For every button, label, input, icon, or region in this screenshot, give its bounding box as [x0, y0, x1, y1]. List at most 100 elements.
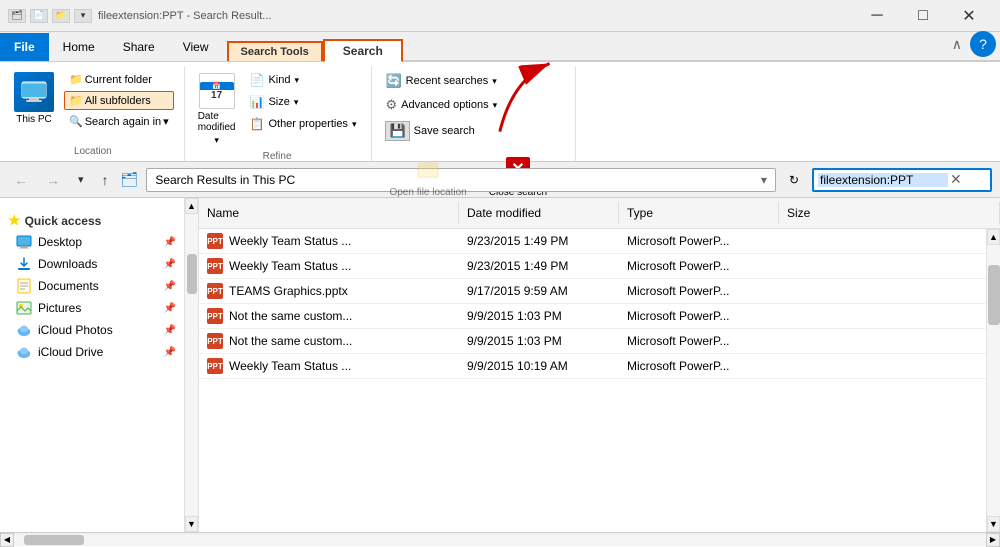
- quick-access-section[interactable]: ★ Quick access: [0, 206, 184, 231]
- this-pc-button[interactable]: This PC: [12, 70, 56, 127]
- table-row[interactable]: PPT TEAMS Graphics.pptx 9/17/2015 9:59 A…: [199, 279, 986, 304]
- size-icon: 📊: [250, 95, 265, 109]
- ppt-icon: PPT: [207, 308, 223, 324]
- quick-access-label: Quick access: [25, 214, 102, 228]
- forward-button[interactable]: →: [40, 168, 66, 192]
- refine-group-label: Refine: [193, 151, 362, 162]
- file-list-scrollbar: ▲ ▼: [986, 229, 1000, 532]
- save-search-icon: 💾: [385, 121, 409, 141]
- quick-access-star-icon: ★: [8, 212, 21, 229]
- sidebar-item-downloads[interactable]: Downloads 📌: [0, 253, 184, 275]
- size-arrow: ▾: [294, 97, 299, 108]
- date-modified-label: Datemodified: [198, 111, 236, 133]
- title-bar-left: 🗂 📄 📁 ▾ fileextension:PPT - Search Resul…: [8, 9, 271, 23]
- sidebar-item-desktop[interactable]: Desktop 📌: [0, 231, 184, 253]
- file-cell-date: 9/23/2015 1:49 PM: [459, 257, 619, 275]
- search-input[interactable]: [818, 173, 948, 187]
- refine-content: 📅 17 Datemodified ▾ 📄 Kind ▾ 📊 Size ▾: [193, 70, 362, 149]
- path-folder-icon: 🗂: [121, 171, 139, 188]
- ppt-icon: PPT: [207, 258, 223, 274]
- file-list: Name Date modified Type Size PPT Weekly …: [199, 198, 1000, 532]
- col-header-date[interactable]: Date modified: [459, 202, 619, 224]
- help-button[interactable]: ?: [970, 31, 996, 57]
- advanced-options-icon: ⚙: [385, 97, 397, 113]
- recent-locations-button[interactable]: ▾: [72, 169, 90, 190]
- col-header-size[interactable]: Size: [779, 202, 1000, 224]
- location-group-label: Location: [12, 146, 174, 157]
- col-header-type[interactable]: Type: [619, 202, 779, 224]
- documents-label: Documents: [38, 279, 99, 293]
- file-list-scroll-thumb[interactable]: [988, 265, 1000, 325]
- quick-access-toolbar-icon1[interactable]: 🗂: [8, 9, 26, 23]
- downloads-label: Downloads: [38, 257, 97, 271]
- sidebar-item-documents[interactable]: Documents 📌: [0, 275, 184, 297]
- current-folder-icon: 📁: [69, 73, 83, 86]
- file-cell-size: [779, 289, 986, 293]
- tab-view[interactable]: View: [169, 33, 223, 61]
- current-folder-btn[interactable]: 📁 Current folder: [64, 70, 174, 89]
- minimize-button[interactable]: ─: [854, 0, 900, 32]
- search-box-bar[interactable]: ✕: [812, 168, 992, 192]
- table-row[interactable]: PPT Weekly Team Status ... 9/23/2015 1:4…: [199, 229, 986, 254]
- file-cell-type: Microsoft PowerP...: [619, 257, 779, 275]
- quick-access-toolbar-icon2[interactable]: 📄: [30, 9, 48, 23]
- tab-search[interactable]: Search: [323, 39, 403, 62]
- file-list-scroll-up[interactable]: ▲: [987, 229, 1000, 245]
- documents-pin-icon: 📌: [164, 281, 176, 292]
- file-list-scroll-down[interactable]: ▼: [987, 516, 1000, 532]
- icloud-photos-pin-icon: 📌: [164, 325, 176, 336]
- quick-access-dropdown[interactable]: ▾: [74, 9, 92, 23]
- quick-access-toolbar-icon3[interactable]: 📁: [52, 9, 70, 23]
- ppt-icon: PPT: [207, 283, 223, 299]
- ppt-icon: PPT: [207, 233, 223, 249]
- sidebar-scroll-thumb[interactable]: [187, 254, 197, 294]
- maximize-button[interactable]: □: [900, 0, 946, 32]
- sidebar-item-icloud-photos[interactable]: iCloud Photos 📌: [0, 319, 184, 341]
- hscroll-thumb[interactable]: [24, 535, 84, 545]
- sidebar-scroll-up[interactable]: ▲: [185, 198, 198, 214]
- size-btn[interactable]: 📊 Size ▾: [245, 92, 362, 112]
- col-header-name[interactable]: Name: [199, 202, 459, 224]
- date-modified-btn[interactable]: 📅 17 Datemodified ▾: [193, 70, 241, 149]
- table-row[interactable]: PPT Not the same custom... 9/9/2015 1:03…: [199, 304, 986, 329]
- tab-home[interactable]: Home: [49, 33, 109, 61]
- hscroll-left[interactable]: ◀: [0, 533, 14, 547]
- close-button[interactable]: ✕: [946, 0, 992, 32]
- tab-search-tools[interactable]: Search Tools: [227, 41, 323, 61]
- tab-share[interactable]: Share: [109, 33, 169, 61]
- table-row[interactable]: PPT Not the same custom... 9/9/2015 1:03…: [199, 329, 986, 354]
- file-cell-name: PPT Weekly Team Status ...: [199, 356, 459, 376]
- other-props-icon: 📋: [250, 117, 265, 131]
- up-button[interactable]: ↑: [96, 168, 115, 192]
- search-again-label: Search again in: [85, 116, 161, 128]
- search-again-in-btn[interactable]: 🔍 Search again in ▾: [64, 112, 174, 131]
- open-file-location-btn[interactable]: Open file location: [380, 150, 475, 201]
- refine-items: 📄 Kind ▾ 📊 Size ▾ 📋 Other properties ▾: [245, 70, 362, 134]
- ribbon-collapse-btn[interactable]: ∧: [952, 36, 962, 53]
- refresh-button[interactable]: ↻: [782, 170, 806, 190]
- tab-file[interactable]: File: [0, 33, 49, 61]
- hscroll-right[interactable]: ▶: [986, 533, 1000, 547]
- other-properties-btn[interactable]: 📋 Other properties ▾: [245, 114, 362, 134]
- table-row[interactable]: PPT Weekly Team Status ... 9/9/2015 10:1…: [199, 354, 986, 379]
- search-again-arrow: ▾: [163, 115, 169, 128]
- current-folder-label: Current folder: [85, 74, 152, 86]
- sidebar-item-pictures[interactable]: Pictures 📌: [0, 297, 184, 319]
- kind-btn[interactable]: 📄 Kind ▾: [245, 70, 362, 90]
- table-row[interactable]: PPT Weekly Team Status ... 9/23/2015 1:4…: [199, 254, 986, 279]
- back-button[interactable]: ←: [8, 168, 34, 192]
- desktop-pin-icon: 📌: [164, 237, 176, 248]
- ppt-icon: PPT: [207, 358, 223, 374]
- file-cell-size: [779, 264, 986, 268]
- file-cell-size: [779, 314, 986, 318]
- documents-icon: [16, 278, 32, 294]
- kind-label: Kind: [268, 74, 290, 86]
- address-path: Search Results in This PC: [155, 173, 295, 187]
- file-cell-size: [779, 364, 986, 368]
- size-label: Size: [268, 96, 289, 108]
- title-bar-mini-icons: 🗂 📄 📁 ▾: [8, 9, 92, 23]
- search-clear-button[interactable]: ✕: [948, 171, 964, 188]
- all-subfolders-btn[interactable]: 📁 All subfolders: [64, 91, 174, 110]
- sidebar-item-icloud-drive[interactable]: iCloud Drive 📌: [0, 341, 184, 363]
- sidebar-scroll-down[interactable]: ▼: [185, 516, 198, 532]
